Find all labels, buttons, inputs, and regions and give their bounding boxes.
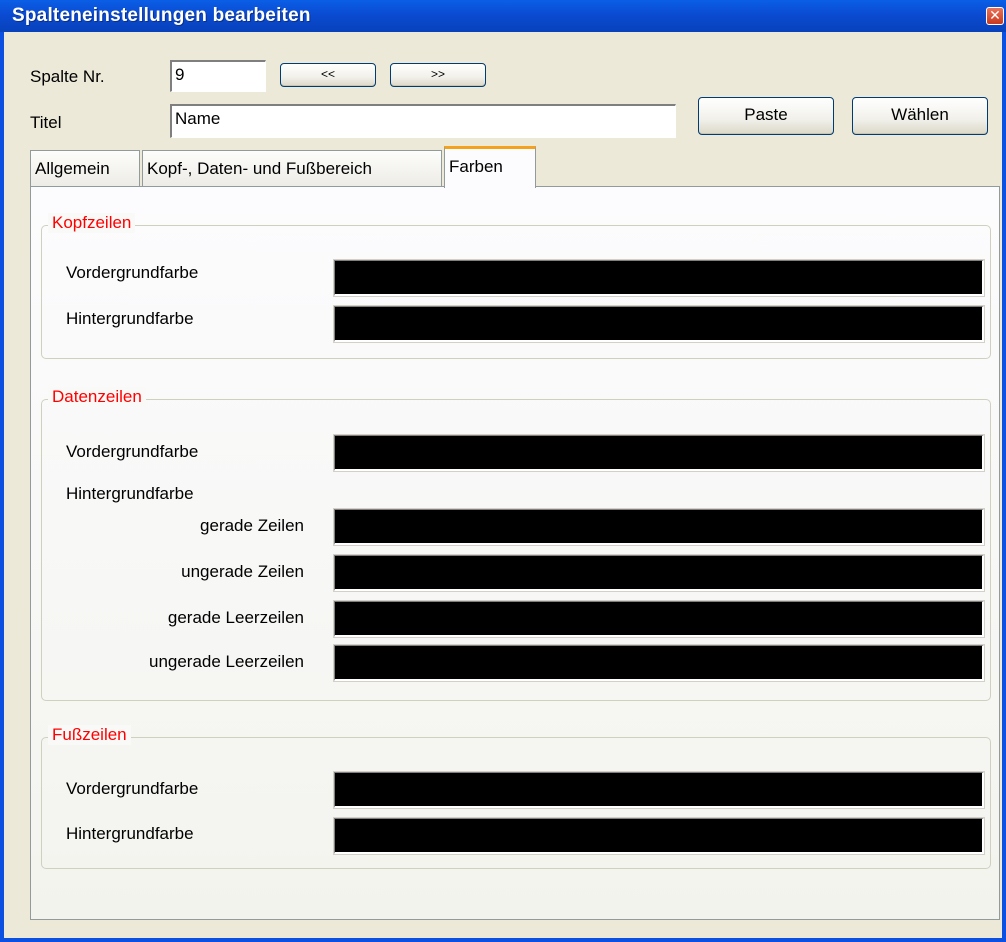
daten-vordergrund-label: Vordergrundfarbe bbox=[66, 442, 199, 461]
kopfzeilen-title: Kopfzeilen bbox=[48, 213, 136, 233]
paste-button[interactable]: Paste bbox=[698, 97, 834, 135]
dialog-window: Spalteneinstellungen bearbeiten ✕ Spalte… bbox=[0, 0, 1006, 942]
gerade-leerzeilen-color-swatch[interactable] bbox=[333, 600, 985, 638]
spalte-number-input[interactable]: 9 bbox=[170, 60, 266, 92]
kopfzeilen-group: Kopfzeilen Vordergrundfarbe Hintergrundf… bbox=[41, 213, 991, 359]
gerade-zeilen-label: gerade Zeilen bbox=[200, 516, 304, 535]
kopf-vordergrund-color-swatch[interactable] bbox=[333, 259, 985, 297]
ungerade-leerzeilen-label: ungerade Leerzeilen bbox=[148, 652, 304, 671]
previous-column-button[interactable]: << bbox=[280, 63, 376, 87]
spalte-label: Spalte Nr. bbox=[30, 67, 105, 86]
fusszeilen-title: Fußzeilen bbox=[48, 725, 131, 745]
ungerade-leerzeilen-color-swatch[interactable] bbox=[333, 644, 985, 682]
tab-kopf-daten-fussbereich[interactable]: Kopf-, Daten- und Fußbereich bbox=[142, 150, 442, 188]
kopf-hintergrund-label: Hintergrundfarbe bbox=[66, 309, 194, 328]
datenzeilen-group: Datenzeilen Vordergrundfarbe Hintergrund… bbox=[41, 387, 991, 701]
kopf-vordergrund-label: Vordergrundfarbe bbox=[66, 263, 199, 282]
kopf-hintergrund-color-swatch[interactable] bbox=[333, 305, 985, 343]
titel-input[interactable]: Name bbox=[170, 104, 676, 138]
waehlen-button[interactable]: Wählen bbox=[852, 97, 988, 135]
close-icon[interactable]: ✕ bbox=[986, 7, 1004, 25]
fuss-hintergrund-color-swatch[interactable] bbox=[333, 817, 985, 855]
daten-hintergrund-heading: Hintergrundfarbe bbox=[66, 484, 194, 503]
title-bar[interactable]: Spalteneinstellungen bearbeiten ✕ bbox=[0, 0, 1006, 32]
gerade-leerzeilen-label: gerade Leerzeilen bbox=[167, 608, 304, 627]
tab-farben[interactable]: Farben bbox=[444, 146, 536, 188]
ungerade-zeilen-color-swatch[interactable] bbox=[333, 554, 985, 592]
window-title: Spalteneinstellungen bearbeiten bbox=[12, 5, 311, 26]
ungerade-zeilen-label: ungerade Zeilen bbox=[181, 562, 304, 581]
gerade-zeilen-color-swatch[interactable] bbox=[333, 508, 985, 546]
datenzeilen-title: Datenzeilen bbox=[48, 387, 146, 407]
fusszeilen-group: Fußzeilen Vordergrundfarbe Hintergrundfa… bbox=[41, 725, 991, 869]
titel-label: Titel bbox=[30, 113, 62, 132]
tab-allgemein[interactable]: Allgemein bbox=[30, 150, 140, 188]
farben-panel: Kopfzeilen Vordergrundfarbe Hintergrundf… bbox=[30, 186, 1000, 920]
fuss-vordergrund-color-swatch[interactable] bbox=[333, 771, 985, 809]
next-column-button[interactable]: >> bbox=[390, 63, 486, 87]
fuss-vordergrund-label: Vordergrundfarbe bbox=[66, 779, 199, 798]
fuss-hintergrund-label: Hintergrundfarbe bbox=[66, 824, 194, 843]
daten-vordergrund-color-swatch[interactable] bbox=[333, 434, 985, 472]
